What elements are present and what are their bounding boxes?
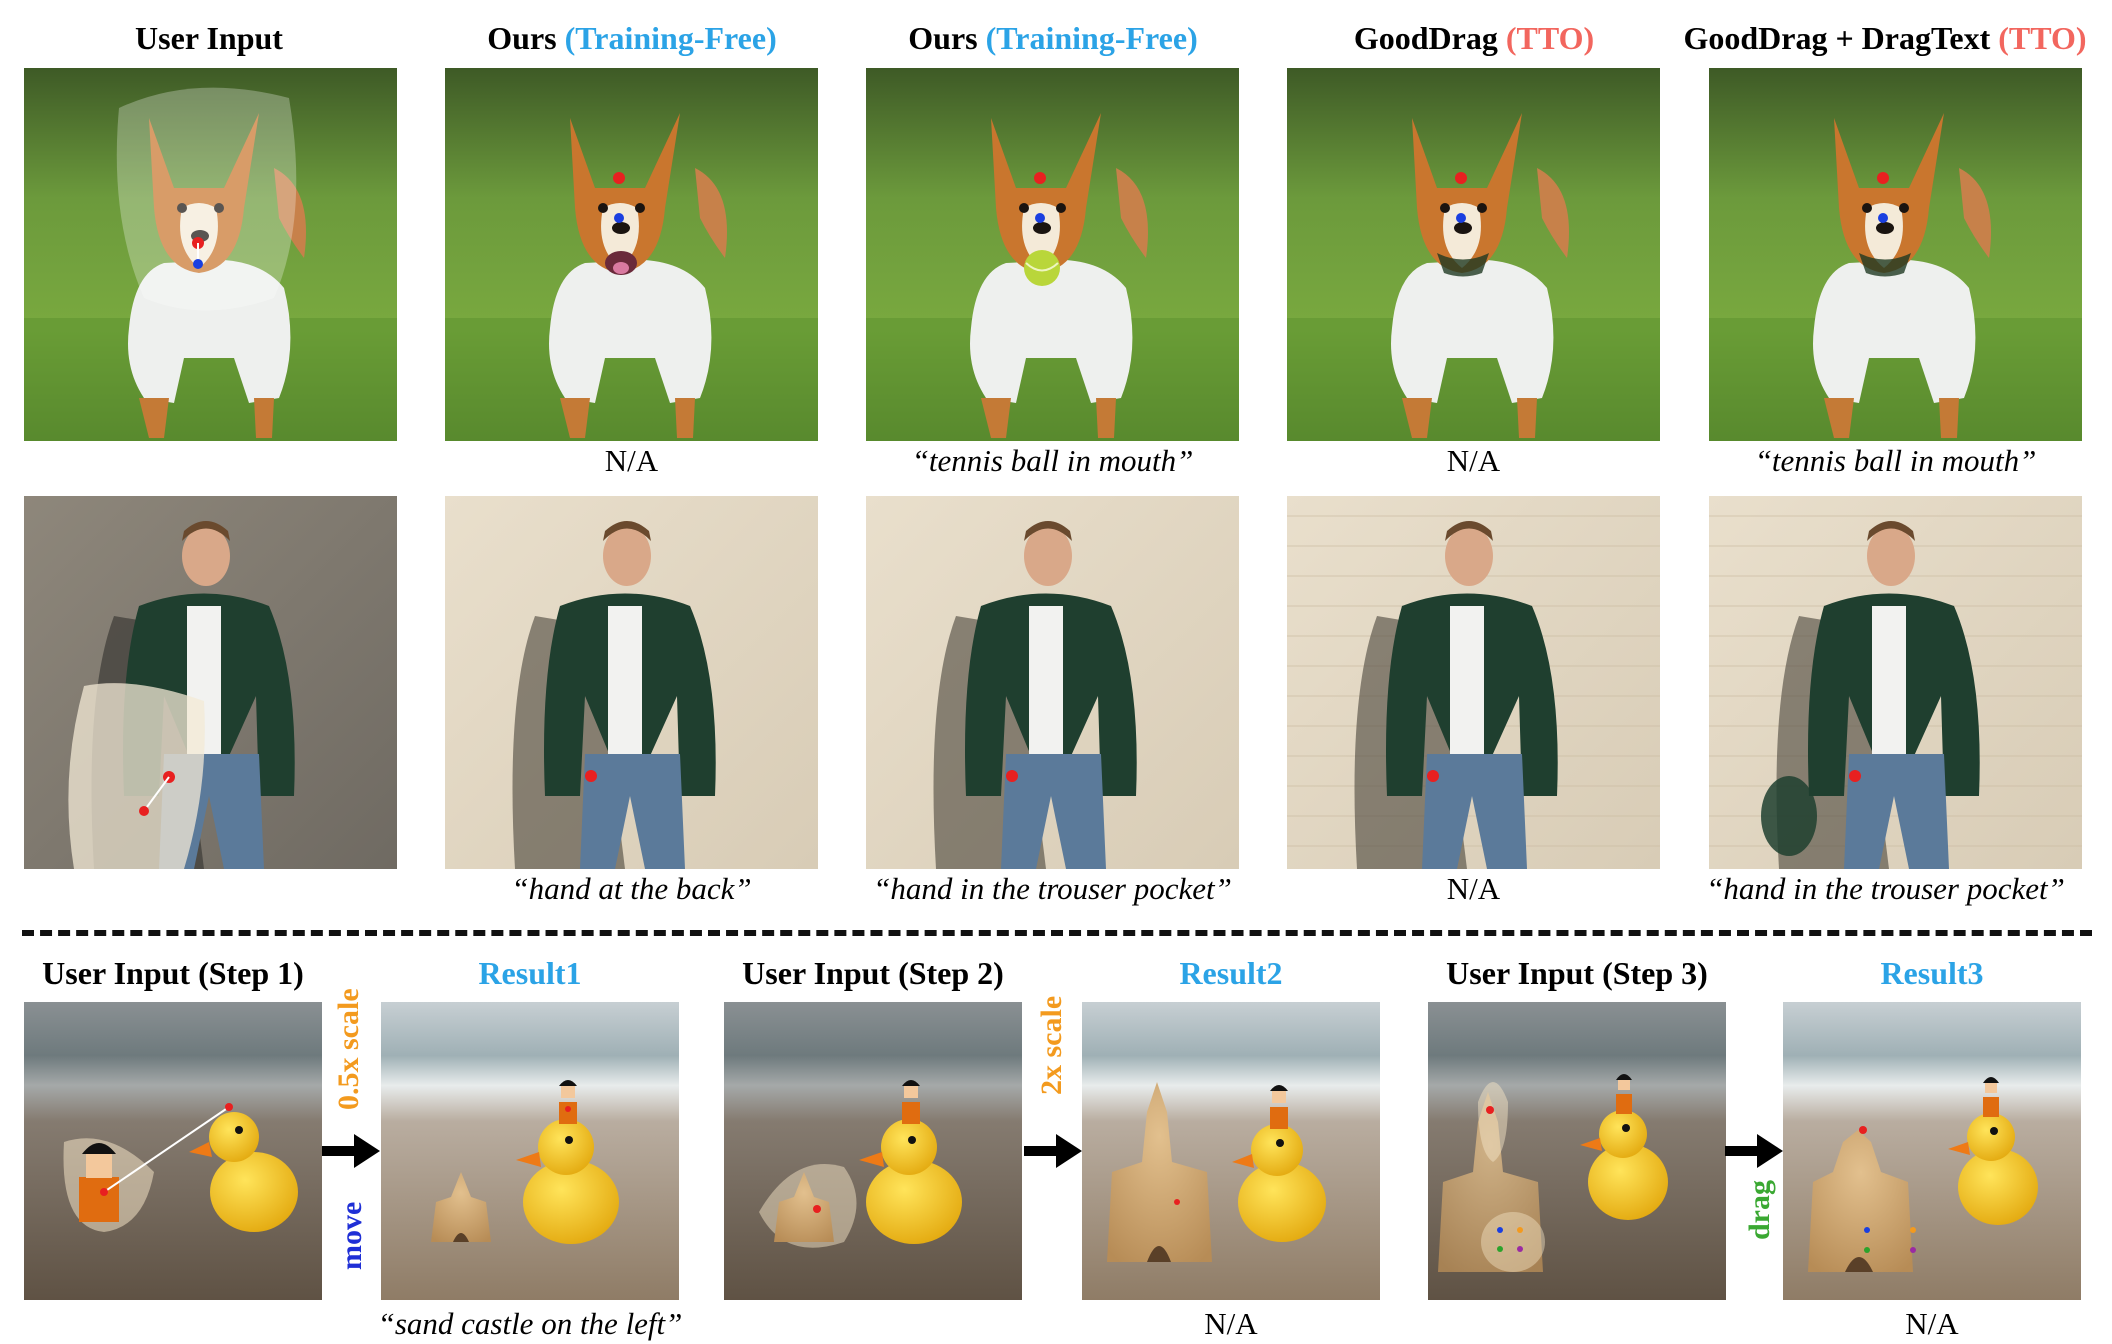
dog-ours-image-2 xyxy=(866,68,1239,441)
op-scale-double-label: 2x scale xyxy=(1035,995,1068,1095)
row1-caption-ours-1: N/A xyxy=(604,443,659,478)
header-step2: User Input (Step 2) xyxy=(742,955,1004,991)
arrow-right-icon xyxy=(1024,1134,1082,1168)
row1-caption-gooddrag: N/A xyxy=(1446,443,1501,478)
row2-caption-ours-2: “hand in the trouser pocket” xyxy=(873,871,1232,906)
header-gooddrag: GoodDrag (TTO) xyxy=(1353,20,1595,56)
dog-ours-image-1 xyxy=(445,68,818,441)
beach-result1-image xyxy=(381,1002,679,1300)
arrow-right-icon xyxy=(322,1134,380,1168)
header-ours-1: Ours (Training-Free) xyxy=(487,20,777,56)
tto-label: (TTO) xyxy=(1505,20,1595,56)
op-scale-half-label: 0.5x scale xyxy=(332,988,365,1110)
dog-input-image xyxy=(24,68,397,441)
arrow-right-icon xyxy=(1725,1134,1783,1168)
training-free-label: (Training-Free) xyxy=(985,20,1198,56)
row1-caption-gooddrag-dragtext: “tennis ball in mouth” xyxy=(1754,443,2037,478)
header-gooddrag-dragtext: GoodDrag + DragText (TTO) xyxy=(1683,20,2087,56)
beach-result2-image xyxy=(1082,1002,1380,1300)
beach-result3-image xyxy=(1783,1002,2081,1300)
beach-step2-input-image xyxy=(724,1002,1022,1300)
tto-label: (TTO) xyxy=(1998,20,2087,56)
header-result2: Result2 xyxy=(1179,955,1283,991)
header-result3: Result3 xyxy=(1880,955,1984,991)
bottom-caption-result2: N/A xyxy=(1204,1306,1258,1341)
training-free-label: (Training-Free) xyxy=(564,20,777,56)
man-gooddrag-image xyxy=(1287,496,1660,869)
bottom-caption-result3: N/A xyxy=(1905,1306,1959,1341)
op-move-label: move xyxy=(335,1201,368,1270)
bottom-caption-result1: “sand castle on the left” xyxy=(377,1306,683,1341)
dog-gooddrag-image xyxy=(1287,68,1660,441)
header-user-input: User Input xyxy=(135,20,283,56)
man-ours-image-2 xyxy=(866,496,1239,869)
beach-step3-input-image xyxy=(1428,1002,1726,1300)
row2-caption-gooddrag: N/A xyxy=(1446,871,1501,906)
header-ours-2: Ours (Training-Free) xyxy=(908,20,1198,56)
section-divider xyxy=(22,930,2092,936)
man-ours-image-1 xyxy=(445,496,818,869)
row2-caption-ours-1: “hand at the back” xyxy=(511,871,752,906)
row1-caption-ours-2: “tennis ball in mouth” xyxy=(911,443,1194,478)
op-drag-label: drag xyxy=(1743,1180,1776,1240)
header-step1: User Input (Step 1) xyxy=(42,955,304,991)
man-gooddrag-dragtext-image xyxy=(1709,496,2082,869)
beach-step1-input-image xyxy=(24,1002,322,1300)
header-result1: Result1 xyxy=(478,955,582,991)
header-step3: User Input (Step 3) xyxy=(1446,955,1708,991)
man-input-image xyxy=(24,496,397,869)
row2-caption-gooddrag-dragtext: “hand in the trouser pocket” xyxy=(1706,871,2065,906)
dog-gooddrag-dragtext-image xyxy=(1709,68,2082,441)
